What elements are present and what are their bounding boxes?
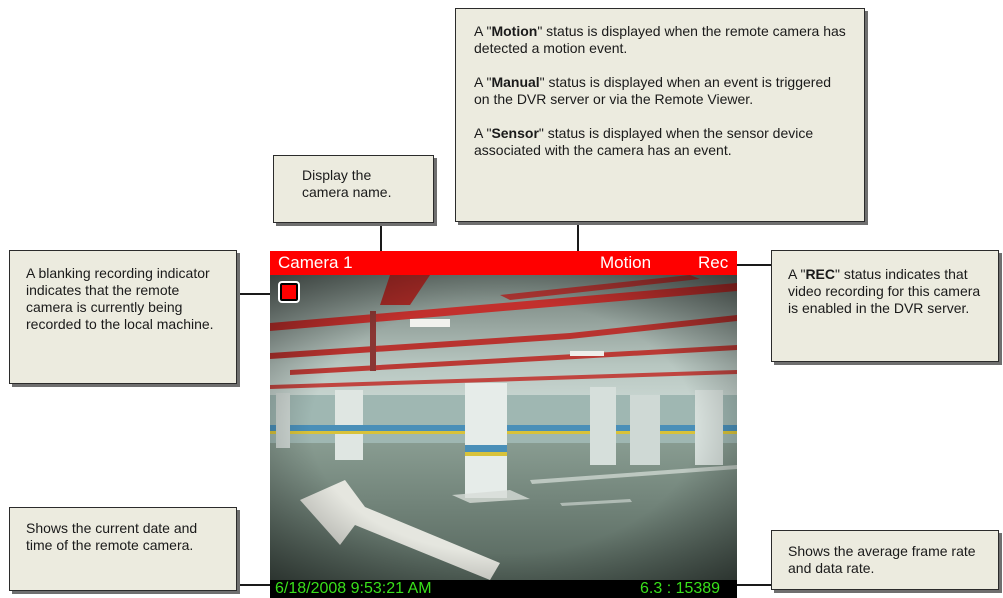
- callout-recording-indicator-text: A blanking recording indicator indicates…: [26, 265, 214, 332]
- camera-video-feed[interactable]: [270, 275, 737, 580]
- callout-datetime-text: Shows the current date and time of the r…: [26, 520, 198, 553]
- camera-title-bar[interactable]: Camera 1 Motion Rec: [270, 251, 737, 275]
- callout-motion-text: A "Motion" status is displayed when the …: [474, 23, 846, 56]
- callout-rec-status: A "REC" status indicates that video reco…: [771, 250, 999, 362]
- callout-camera-name: Display the camera name.: [273, 155, 434, 223]
- recording-indicator-icon: [278, 281, 300, 303]
- callout-rates-text: Shows the average frame rate and data ra…: [788, 543, 976, 576]
- callout-datetime: Shows the current date and time of the r…: [9, 507, 237, 591]
- callout-rec-text: A "REC" status indicates that video reco…: [788, 266, 981, 316]
- callout-sensor-text: A "Sensor" status is displayed when the …: [474, 125, 814, 158]
- callout-status-descriptions: A "Motion" status is displayed when the …: [455, 8, 865, 222]
- callout-recording-indicator: A blanking recording indicator indicates…: [9, 250, 237, 384]
- camera-name-label: Camera 1: [278, 253, 353, 272]
- connector-rec: [736, 264, 772, 266]
- callout-rates: Shows the average frame rate and data ra…: [771, 530, 999, 590]
- camera-info-bar: 6/18/2008 9:53:21 AM 6.3 : 15389: [270, 580, 737, 598]
- parking-garage-image: [270, 275, 737, 580]
- camera-viewer[interactable]: Camera 1 Motion Rec 6/18/2008 9:53:21 AM…: [270, 251, 737, 598]
- connector-rates: [736, 584, 772, 586]
- camera-rates-label: 6.3 : 15389: [640, 580, 721, 597]
- camera-datetime-label: 6/18/2008 9:53:21 AM: [275, 580, 432, 597]
- camera-status-label: Motion: [600, 253, 652, 272]
- camera-rec-label: Rec: [698, 253, 729, 272]
- callout-manual-text: A "Manual" status is displayed when an e…: [474, 74, 832, 107]
- callout-camera-name-text: Display the camera name.: [302, 167, 392, 200]
